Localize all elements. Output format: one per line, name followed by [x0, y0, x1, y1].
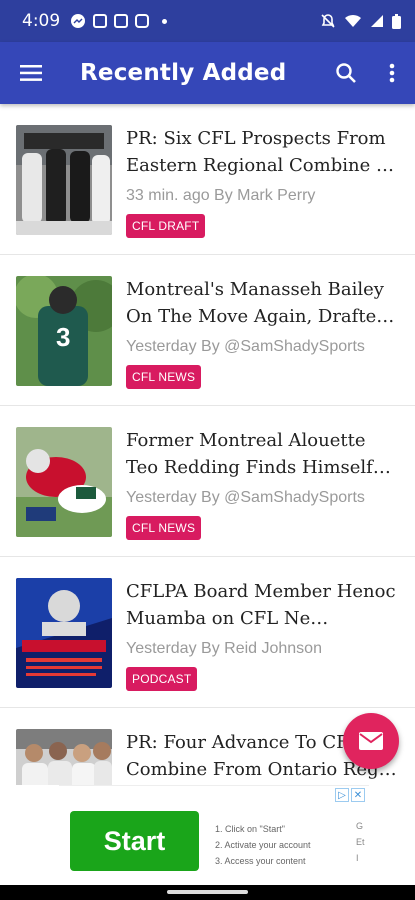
- article-meta: Yesterday By @SamShadySports: [126, 489, 365, 506]
- status-bar: 4:09: [0, 0, 415, 42]
- article-meta: Yesterday By @SamShadySports: [126, 338, 365, 355]
- search-button[interactable]: [323, 42, 369, 104]
- article-category-badge[interactable]: CFL NEWS: [126, 365, 202, 389]
- hamburger-icon: [20, 65, 42, 81]
- app-notification-icon: [114, 14, 129, 28]
- contact-fab[interactable]: [343, 713, 399, 769]
- ad-step: 3. Access your content: [215, 856, 306, 866]
- article-category-badge[interactable]: CFL NEWS: [126, 516, 202, 540]
- article-thumbnail: [16, 427, 112, 537]
- ad-start-button[interactable]: Start: [70, 811, 199, 871]
- battery-icon: [392, 13, 401, 29]
- more-notifications-dot: [162, 18, 168, 24]
- signal-icon: [371, 15, 383, 27]
- overflow-menu-button[interactable]: [369, 42, 415, 104]
- article-meta: 33 min. ago By Mark Perry: [126, 187, 316, 204]
- article-headline: Former Montreal Alouette Teo Redding Fin…: [126, 430, 391, 478]
- article-thumbnail: [16, 578, 112, 688]
- calendar-icon: [93, 14, 108, 28]
- article-item[interactable]: PR: Six CFL Prospects From Eastern Regio…: [0, 104, 415, 255]
- email-icon: [359, 732, 383, 750]
- ad-banner-area: ▷ ✕ Start 1. Click on "Start" 2. Activat…: [0, 785, 415, 885]
- search-icon: [336, 63, 356, 83]
- status-time: 4:09: [22, 11, 61, 31]
- article-category-badge[interactable]: PODCAST: [126, 667, 198, 691]
- article-thumbnail: 3: [16, 276, 112, 386]
- ad-step: 2. Activate your account: [215, 840, 311, 850]
- ad-close-icon[interactable]: ✕: [351, 788, 365, 802]
- article-list: PR: Six CFL Prospects From Eastern Regio…: [0, 104, 415, 794]
- ad-step: 1. Click on "Start": [215, 824, 285, 834]
- ad-cut-text: G Et I: [356, 821, 365, 863]
- page-title: Recently Added: [80, 60, 287, 86]
- svg-text:3: 3: [56, 322, 70, 352]
- article-headline: CFLPA Board Member Henoc Muamba on CFL N…: [126, 581, 396, 629]
- messenger-icon: [71, 14, 86, 28]
- menu-button[interactable]: [0, 42, 62, 104]
- mute-icon: [321, 14, 335, 28]
- article-meta: Yesterday By Reid Johnson: [126, 640, 322, 657]
- home-gesture-handle[interactable]: [167, 890, 248, 894]
- article-item[interactable]: Former Montreal Alouette Teo Redding Fin…: [0, 406, 415, 557]
- article-item[interactable]: CFLPA Board Member Henoc Muamba on CFL N…: [0, 557, 415, 708]
- instagram-icon: [135, 14, 150, 28]
- system-navigation-bar: [0, 885, 415, 900]
- article-headline: PR: Six CFL Prospects From Eastern Regio…: [126, 128, 394, 176]
- wifi-icon: [345, 14, 361, 27]
- article-headline: Montreal's Manasseh Bailey On The Move A…: [126, 279, 395, 327]
- more-vert-icon: [389, 63, 395, 83]
- ad-banner[interactable]: ▷ ✕ Start 1. Click on "Start" 2. Activat…: [59, 785, 369, 885]
- ad-choices-icon[interactable]: ▷: [335, 788, 349, 802]
- app-bar: Recently Added: [0, 42, 415, 104]
- article-category-badge[interactable]: CFL DRAFT: [126, 214, 206, 238]
- article-item[interactable]: 3 Montreal's Manasseh Bailey On The Move…: [0, 255, 415, 406]
- ad-steps: 1. Click on "Start" 2. Activate your acc…: [215, 821, 311, 869]
- article-thumbnail: [16, 125, 112, 235]
